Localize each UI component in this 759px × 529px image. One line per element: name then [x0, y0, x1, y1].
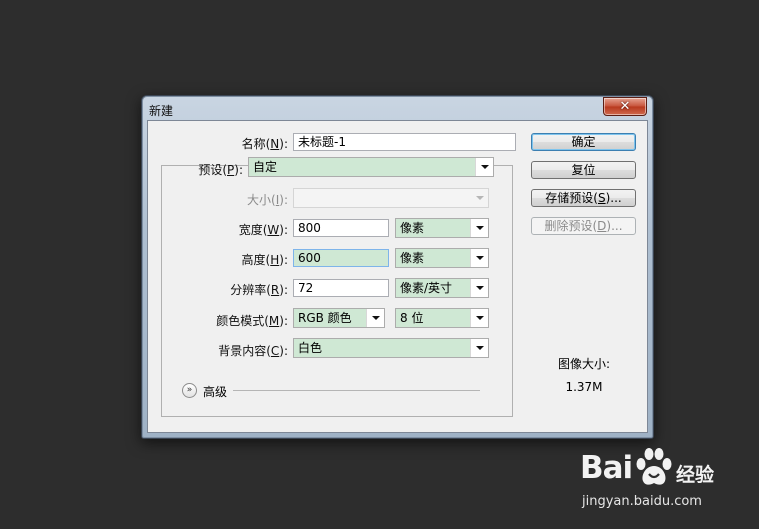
name-input[interactable]: 未标题-1	[293, 133, 516, 151]
watermark-brand-suffix: 经验	[676, 464, 715, 486]
height-input[interactable]: 600	[293, 249, 389, 267]
width-unit-value: 像素	[400, 221, 425, 235]
save-preset-button[interactable]: 存储预设(S)...	[531, 189, 636, 207]
resolution-input[interactable]: 72	[293, 279, 389, 297]
chevron-down-icon[interactable]	[470, 249, 488, 267]
size-dropdown	[293, 188, 489, 208]
close-button[interactable]: ✕	[603, 97, 647, 116]
resolution-unit-dropdown[interactable]: 像素/英寸	[395, 278, 489, 298]
preset-label: 预设(P):	[198, 163, 243, 177]
watermark-url: jingyan.baidu.com	[582, 494, 702, 509]
expand-chevrons-icon[interactable]: »	[182, 383, 197, 398]
height-label: 高度(H):	[241, 253, 288, 267]
resolution-unit-value: 像素/英寸	[400, 281, 453, 295]
title-bar[interactable]: 新建 ✕	[142, 96, 653, 120]
bit-depth-dropdown[interactable]: 8 位	[395, 308, 489, 328]
watermark-brand: Bai	[580, 450, 633, 486]
ok-button[interactable]: 确定	[531, 133, 636, 151]
chevron-down-icon[interactable]	[366, 309, 384, 327]
image-size-label: 图像大小:	[557, 357, 611, 371]
background-dropdown[interactable]: 白色	[293, 338, 489, 358]
chevron-down-icon[interactable]	[470, 279, 488, 297]
close-icon[interactable]: ✕	[620, 100, 631, 113]
chevron-down-icon[interactable]	[470, 219, 488, 237]
size-label: 大小(I):	[247, 193, 288, 207]
new-document-dialog: 新建 ✕ 名称(N): 未标题-1 预设(P): 自定 大小(I): 宽度(W)…	[141, 95, 654, 439]
width-label: 宽度(W):	[238, 223, 288, 237]
reset-button[interactable]: 复位	[531, 161, 636, 179]
baidu-jingyan-watermark: Bai 经验 jingyan.baidu.com	[580, 444, 755, 520]
height-unit-dropdown[interactable]: 像素	[395, 248, 489, 268]
preset-value: 自定	[253, 160, 278, 174]
color-mode-dropdown[interactable]: RGB 颜色	[293, 308, 385, 328]
bit-depth-value: 8 位	[400, 311, 424, 325]
preset-dropdown[interactable]: 自定	[248, 157, 494, 177]
chevron-down-icon[interactable]	[475, 158, 493, 176]
color-mode-label: 颜色模式(M):	[216, 314, 288, 328]
resolution-label: 分辨率(R):	[230, 283, 288, 297]
advanced-label[interactable]: 高级	[203, 383, 227, 400]
image-size-value: 1.37M	[565, 380, 603, 394]
width-input[interactable]: 800	[293, 219, 389, 237]
name-label: 名称(N):	[241, 137, 288, 151]
dialog-content: 名称(N): 未标题-1 预设(P): 自定 大小(I): 宽度(W): 800…	[147, 120, 648, 433]
chevron-down-icon	[471, 189, 488, 207]
advanced-divider	[233, 390, 480, 391]
color-mode-value: RGB 颜色	[298, 311, 352, 325]
chevron-down-icon[interactable]	[470, 339, 488, 357]
background-label: 背景内容(C):	[218, 344, 288, 358]
paw-logo-icon	[636, 448, 672, 485]
chevron-down-icon[interactable]	[470, 309, 488, 327]
delete-preset-button: 删除预设(D)...	[531, 217, 636, 235]
height-unit-value: 像素	[400, 251, 425, 265]
width-unit-dropdown[interactable]: 像素	[395, 218, 489, 238]
background-value: 白色	[298, 341, 323, 355]
dialog-title: 新建	[149, 104, 174, 118]
